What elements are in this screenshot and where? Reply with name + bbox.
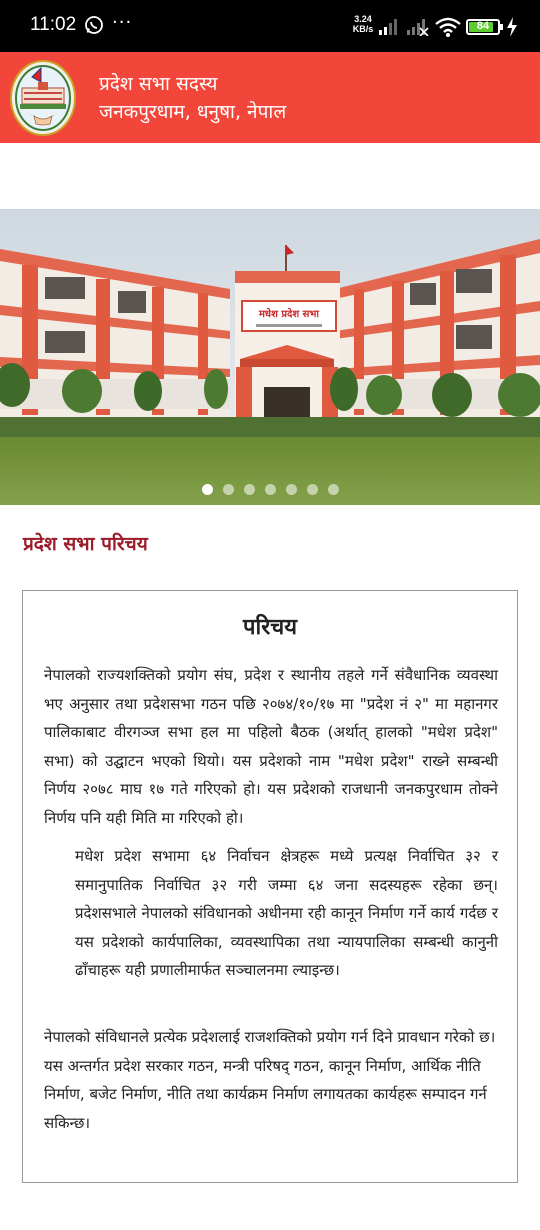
slider-dot[interactable] <box>285 484 297 495</box>
image-slider[interactable]: मधेश प्रदेश सभा <box>0 209 540 505</box>
more-notifications-icon: ··· <box>112 12 133 33</box>
intro-paragraph-2: मधेश प्रदेश सभामा ६४ निर्वाचन क्षेत्रहरू… <box>75 847 498 980</box>
header-title: प्रदेश सभा सदस्य <box>99 73 218 95</box>
intro-card: परिचय नेपालको राज्यशक्तिको प्रयोग संघ, प… <box>22 590 518 1183</box>
signal-icon <box>407 19 429 36</box>
assembly-building-photo: मधेश प्रदेश सभा <box>0 209 540 505</box>
charging-icon <box>507 17 517 37</box>
slider-dot[interactable] <box>201 484 213 495</box>
building-sign: मधेश प्रदेश सभा <box>258 307 319 320</box>
intro-heading: परिचय <box>243 615 297 640</box>
signal-icon <box>379 19 397 35</box>
battery-level: 84 <box>476 20 490 32</box>
slider-pagination <box>0 484 540 495</box>
status-bar: 11:02 ··· 3.24 KB/s 84 <box>0 0 540 52</box>
header-subtitle: जनकपुरधाम, धनुषा, नेपाल <box>99 101 287 123</box>
app-header: प्रदेश सभा सदस्य जनकपुरधाम, धनुषा, नेपाल <box>0 52 540 143</box>
network-speed-value: 3.24 <box>354 14 372 24</box>
battery-tip <box>500 24 503 30</box>
slider-dot[interactable] <box>327 484 339 495</box>
slider-dot[interactable] <box>264 484 276 495</box>
section-title: प्रदेश सभा परिचय <box>23 533 148 555</box>
slider-dot[interactable] <box>222 484 234 495</box>
slider-dot[interactable] <box>243 484 255 495</box>
network-speed-unit: KB/s <box>352 24 374 34</box>
status-time: 11:02 <box>30 14 77 35</box>
whatsapp-icon <box>85 16 103 34</box>
network-speed: 3.24 KB/s <box>351 14 375 34</box>
intro-paragraph-1: नेपालको राज्यशक्तिको प्रयोग संघ, प्रदेश … <box>44 666 498 827</box>
assembly-emblem-logo <box>10 60 76 136</box>
intro-paragraph-3: नेपालको संविधानले प्रत्येक प्रदेशलाई राज… <box>44 1028 496 1132</box>
battery-icon: 84 <box>466 19 500 35</box>
slider-dot[interactable] <box>306 484 318 495</box>
wifi-icon <box>435 17 461 37</box>
